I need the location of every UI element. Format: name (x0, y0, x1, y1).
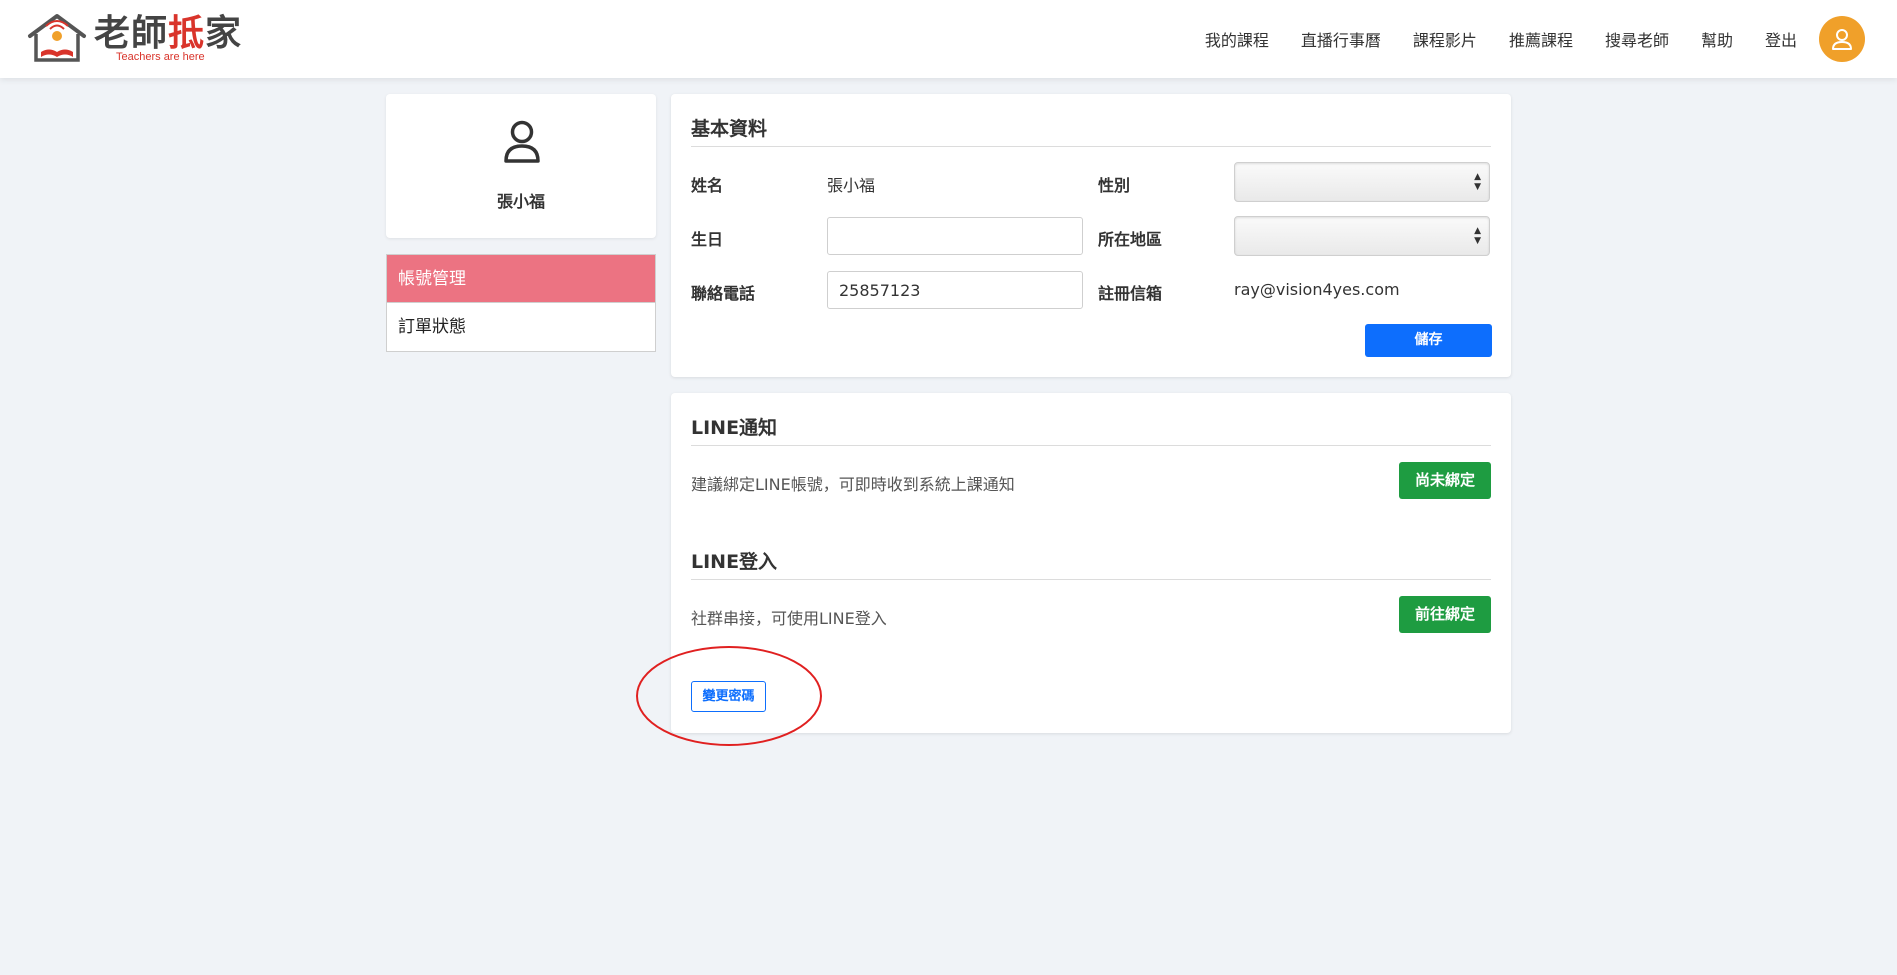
line-notify-description: 建議綁定LINE帳號，可即時收到系統上課通知 (691, 475, 1015, 494)
logo-tagline: Teachers are here (116, 51, 205, 63)
basic-info-title: 基本資料 (691, 118, 768, 140)
user-avatar-button[interactable] (1819, 16, 1865, 62)
nav-help[interactable]: 幫助 (1701, 27, 1733, 51)
basic-info-card: 基本資料 姓名 張小福 性別 ▲▼ 生日 所在地區 ▲▼ 聯絡電話 註冊信箱 r… (671, 94, 1511, 377)
nav-course-videos[interactable]: 課程影片 (1413, 27, 1477, 51)
nav-search-teachers[interactable]: 搜尋老師 (1605, 27, 1669, 51)
house-book-logo-icon (28, 14, 86, 62)
name-value: 張小福 (827, 176, 876, 195)
region-label: 所在地區 (1098, 230, 1163, 249)
nav-my-courses[interactable]: 我的課程 (1205, 27, 1269, 51)
side-item-order-status[interactable]: 訂單狀態 (387, 303, 655, 351)
section-divider (691, 146, 1491, 147)
phone-input[interactable] (827, 271, 1083, 309)
nav-logout[interactable]: 登出 (1765, 27, 1797, 51)
account-side-menu: 帳號管理 訂單狀態 (386, 254, 656, 352)
nav-live-calendar[interactable]: 直播行事曆 (1301, 27, 1381, 51)
main-nav: 我的課程 直播行事曆 課程影片 推薦課程 搜尋老師 幫助 登出 (1173, 0, 1797, 78)
gender-label: 性別 (1098, 176, 1131, 195)
user-icon (1832, 29, 1852, 50)
line-login-title: LINE登入 (691, 551, 778, 573)
nav-recommended-courses[interactable]: 推薦課程 (1509, 27, 1573, 51)
line-notify-bind-button[interactable]: 尚未綁定 (1399, 462, 1491, 499)
profile-card: 張小福 (386, 94, 656, 238)
select-arrows-icon: ▲ ▼ (1474, 226, 1481, 246)
email-value: ray@vision4yes.com (1234, 280, 1400, 299)
logo-wordmark: 老師抵家 (94, 13, 243, 54)
select-arrows-icon: ▲ ▼ (1474, 172, 1481, 192)
profile-name: 張小福 (496, 192, 545, 211)
top-navbar: 老師抵家 Teachers are here 我的課程 直播行事曆 課程影片 推… (0, 0, 1897, 78)
side-item-account-management[interactable]: 帳號管理 (387, 255, 655, 303)
site-logo[interactable]: 老師抵家 Teachers are here (26, 12, 241, 64)
section-divider (691, 445, 1491, 446)
phone-label: 聯絡電話 (691, 284, 756, 303)
birthday-label: 生日 (691, 230, 724, 249)
save-button[interactable]: 儲存 (1365, 324, 1492, 357)
line-login-bind-button[interactable]: 前往綁定 (1399, 596, 1491, 633)
name-label: 姓名 (691, 176, 724, 195)
line-notify-title: LINE通知 (691, 417, 778, 439)
birthday-input[interactable] (827, 217, 1083, 255)
email-label: 註冊信箱 (1098, 284, 1163, 303)
line-login-description: 社群串接，可使用LINE登入 (691, 609, 887, 628)
section-divider (691, 579, 1491, 580)
gender-select[interactable]: ▲ ▼ (1234, 162, 1490, 202)
user-outline-icon (504, 120, 540, 163)
region-select[interactable]: ▲ ▼ (1234, 216, 1490, 256)
line-settings-card: LINE通知 建議綁定LINE帳號，可即時收到系統上課通知 尚未綁定 LINE登… (671, 393, 1511, 733)
change-password-button[interactable]: 變更密碼 (691, 681, 766, 712)
